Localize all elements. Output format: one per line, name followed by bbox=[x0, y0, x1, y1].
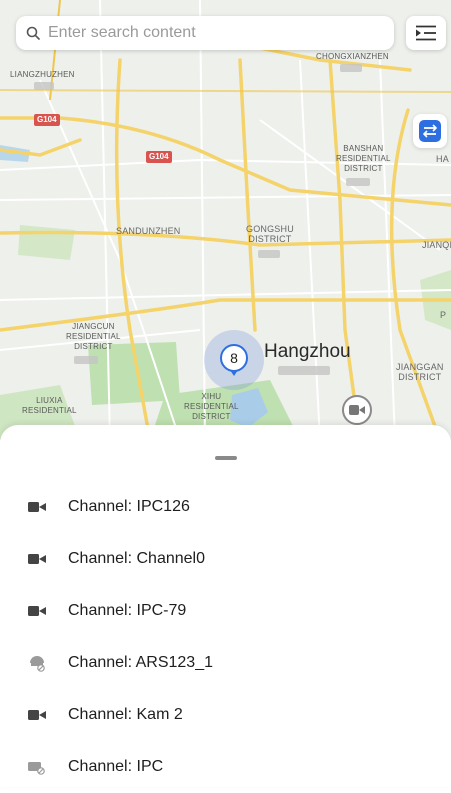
drag-handle[interactable] bbox=[215, 456, 237, 460]
blurred-label bbox=[278, 366, 330, 375]
map-label-ha: HA bbox=[436, 154, 449, 164]
map-label-banshan: BANSHAN RESIDENTIAL DISTRICT bbox=[336, 144, 391, 173]
map-view[interactable]: LIANGZHUZHEN CHONGXIANZHEN BANSHAN RESID… bbox=[0, 0, 451, 440]
map-label-p: P bbox=[440, 310, 447, 320]
channel-item[interactable]: Channel: IPC-79 bbox=[0, 585, 451, 637]
camera-icon bbox=[349, 405, 365, 415]
cluster-count[interactable]: 8 bbox=[220, 344, 248, 372]
channel-label: Channel: Channel0 bbox=[68, 550, 205, 567]
channel-item[interactable]: Channel: Channel0 bbox=[0, 533, 451, 585]
blurred-label bbox=[258, 250, 280, 258]
list-menu-button[interactable] bbox=[406, 16, 446, 50]
channel-item[interactable]: Channel: Kam 2 bbox=[0, 689, 451, 741]
camera-marker[interactable] bbox=[342, 395, 372, 425]
channel-label: Channel: Kam 2 bbox=[68, 706, 183, 723]
channel-bottom-sheet: Channel: IPC126 Channel: Channel0 Channe… bbox=[0, 425, 451, 787]
channel-label: Channel: IPC-79 bbox=[68, 602, 187, 619]
camera-icon bbox=[26, 496, 48, 518]
blurred-label bbox=[34, 82, 54, 90]
camera-icon bbox=[26, 548, 48, 570]
map-label-xihu: XIHU RESIDENTIAL DISTRICT bbox=[184, 392, 239, 421]
channel-item[interactable]: Channel: ARS123_1 bbox=[0, 637, 451, 689]
pin-tip bbox=[230, 370, 238, 376]
search-input[interactable] bbox=[46, 23, 370, 43]
channel-item[interactable]: Channel: IPC bbox=[0, 741, 451, 793]
channel-label: Channel: IPC126 bbox=[68, 498, 190, 515]
channel-item[interactable]: Channel: IPC126 bbox=[0, 481, 451, 533]
map-label-jianggan: JIANGGAN DISTRICT bbox=[396, 362, 444, 382]
map-label-gongshu: GONGSHU DISTRICT bbox=[246, 224, 294, 244]
map-label-city: Hangzhou bbox=[264, 341, 351, 362]
search-bar[interactable] bbox=[16, 16, 394, 50]
channel-label: Channel: IPC bbox=[68, 758, 164, 775]
switch-view-button[interactable] bbox=[413, 114, 447, 148]
channel-list: Channel: IPC126 Channel: Channel0 Channe… bbox=[0, 481, 451, 793]
map-label-jianqi: JIANQI bbox=[422, 240, 451, 250]
dome-camera-offline-icon bbox=[26, 652, 48, 674]
blurred-label bbox=[74, 356, 98, 364]
map-label-jiangcun: JIANGCUN RESIDENTIAL DISTRICT bbox=[66, 322, 121, 351]
camera-icon bbox=[26, 704, 48, 726]
blurred-label bbox=[346, 178, 370, 186]
camera-icon bbox=[26, 600, 48, 622]
map-label-liangzhuzhen: LIANGZHUZHEN bbox=[10, 70, 75, 79]
road-shield: G104 bbox=[146, 151, 172, 163]
map-label-chongxianzhen: CHONGXIANZHEN bbox=[316, 52, 389, 61]
map-label-sandunzhen: SANDUNZHEN bbox=[116, 226, 181, 236]
blurred-label bbox=[340, 64, 362, 72]
road-shield: G104 bbox=[34, 114, 60, 126]
channel-label: Channel: ARS123_1 bbox=[68, 654, 213, 671]
switch-icon bbox=[419, 120, 441, 142]
device-cluster-marker[interactable]: 8 bbox=[204, 330, 264, 390]
map-label-liuxia: LIUXIA RESIDENTIAL bbox=[22, 396, 77, 415]
search-icon bbox=[26, 26, 40, 40]
list-indent-icon bbox=[416, 25, 436, 41]
camera-offline-icon bbox=[26, 756, 48, 778]
